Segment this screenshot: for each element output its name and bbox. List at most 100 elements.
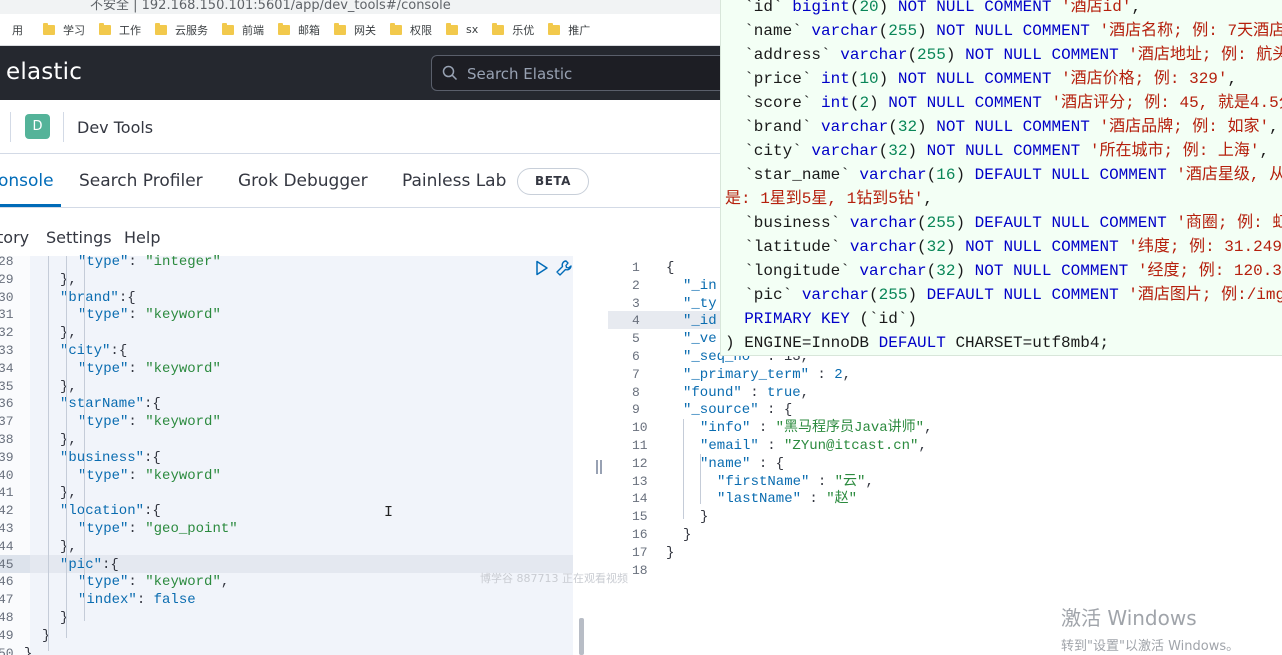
code-line: "email" : "ZYun@itcast.cn", <box>700 437 927 455</box>
sql-token: `business` <box>725 214 850 232</box>
line-number: 18 <box>632 562 648 578</box>
line-number: 2 <box>632 277 640 293</box>
line-number: 29 <box>0 271 14 287</box>
wrench-icon[interactable] <box>555 259 573 277</box>
bookmark-item[interactable]: 云服务 <box>155 22 208 38</box>
code-line: "_ty <box>683 295 717 313</box>
code-line: "type": "geo_point" <box>78 520 238 538</box>
sql-token: `score` <box>725 94 822 112</box>
code-token: "赵" <box>826 491 858 508</box>
bookmark-item[interactable]: 网关 <box>334 22 376 38</box>
code-token: "type" <box>78 467 129 484</box>
line-number: 37 <box>0 414 14 430</box>
bookmark-item[interactable]: 乐优 <box>492 22 534 38</box>
scrollbar[interactable] <box>579 618 584 655</box>
sql-token: ) <box>869 94 889 112</box>
tab-painless-lab[interactable]: Painless Lab <box>402 171 506 191</box>
code-line: "name" : { <box>700 455 784 473</box>
code-line: "found" : true, <box>683 384 809 402</box>
tab-console[interactable]: onsole <box>0 171 54 191</box>
code-token: "type" <box>78 254 129 270</box>
line-number: 48 <box>0 610 14 625</box>
sql-token: DEFAULT NULL COMMENT <box>926 286 1129 304</box>
tab-search-profiler[interactable]: Search Profiler <box>79 171 203 191</box>
code-token: "type" <box>78 307 129 324</box>
response-gutter: 1 2 3 4 5 6 7 8 9 10 11 12 13 14 15 16 17 18 <box>608 256 662 655</box>
sql-token: 255 <box>878 286 908 304</box>
request-editor[interactable]: "type": "integer"}, "brand":{"type": "key… <box>24 254 573 655</box>
code-line: "city":{ <box>60 342 127 360</box>
line-number: 30 <box>0 289 14 305</box>
code-line: "type": "keyword" <box>78 467 221 485</box>
bookmark-item[interactable]: 学习 <box>43 22 85 38</box>
code-line: } <box>666 544 674 562</box>
play-icon[interactable] <box>535 260 549 276</box>
bookmark-item[interactable]: 工作 <box>99 22 141 38</box>
history-link[interactable]: tory <box>0 228 29 247</box>
space-avatar[interactable]: D <box>25 114 50 139</box>
line-number: 41 <box>0 485 14 501</box>
settings-link[interactable]: Settings <box>46 228 112 247</box>
code-line: }, <box>60 271 77 289</box>
line-number: 7 <box>632 366 640 382</box>
sql-token: , <box>1131 0 1142 16</box>
code-line: "brand":{ <box>60 289 136 307</box>
code-token: }, <box>60 325 77 342</box>
bookmark-item[interactable]: sx <box>446 22 478 36</box>
panel-resize-handle[interactable] <box>596 460 602 476</box>
line-number: 42 <box>0 503 14 519</box>
sql-token: `longitude` <box>725 262 860 280</box>
sql-token: '酒店名称; 例: 7天酒店' <box>1099 22 1282 40</box>
code-token: } <box>666 544 675 561</box>
sql-line: `address` varchar(255) NOT NULL COMMENT … <box>725 43 1282 67</box>
code-token: } <box>700 509 709 526</box>
line-number: 6 <box>632 349 640 364</box>
sql-token: DEFAULT <box>878 334 956 352</box>
line-number: 47 <box>0 592 14 608</box>
sql-token: DEFAULT NULL COMMENT <box>974 166 1177 184</box>
sql-line: `brand` varchar(32) NOT NULL COMMENT '酒店… <box>725 115 1279 139</box>
code-line: }, <box>60 431 77 449</box>
elastic-logo[interactable]: elastic <box>6 59 82 85</box>
code-token: : <box>758 438 785 454</box>
tab-grok-debugger[interactable]: Grok Debugger <box>238 171 368 191</box>
sql-token: , <box>1227 70 1238 88</box>
code-token: :{ <box>144 396 161 413</box>
code-token: "_id <box>683 313 717 330</box>
bookmark-item[interactable]: 用 <box>12 22 23 38</box>
url-text: 不安全 | 192.168.150.101:5601/app/dev_tools… <box>90 0 451 13</box>
code-line: "type": "keyword", <box>78 573 229 591</box>
code-line: { <box>666 259 674 277</box>
code-line: }, <box>60 484 77 502</box>
bookmark-item[interactable]: 前端 <box>222 22 264 38</box>
address-bar[interactable]: 不安全 | 192.168.150.101:5601/app/dev_tools… <box>0 0 720 14</box>
code-line: "type": "keyword" <box>78 360 221 378</box>
sql-line: `score` int(2) NOT NULL COMMENT '酒店评分; 例… <box>725 91 1282 115</box>
folder-icon <box>278 22 290 35</box>
code-line: "firstName" : "云", <box>717 473 874 491</box>
folder-icon <box>548 22 561 35</box>
bookmark-item[interactable]: 权限 <box>390 22 432 38</box>
sql-token: 16 <box>936 166 956 184</box>
bookmark-item[interactable]: 邮箱 <box>278 22 320 38</box>
code-token: { <box>666 260 675 276</box>
sql-token: ) <box>917 118 937 136</box>
sql-token: NOT NULL COMMENT <box>965 46 1129 64</box>
code-token: "_ty <box>683 295 717 312</box>
search-elastic-input[interactable]: Search Elastic <box>431 55 731 91</box>
line-number: 34 <box>0 360 14 376</box>
line-number: 14 <box>632 491 648 507</box>
breadcrumb: D Dev Tools <box>0 100 720 154</box>
code-token: : <box>128 360 146 377</box>
sql-token: int <box>821 70 850 88</box>
code-token: "type" <box>78 574 129 591</box>
code-token: "geo_point" <box>145 521 238 537</box>
line-number: 13 <box>632 473 648 489</box>
sql-token: ) <box>878 70 898 88</box>
bookmark-item[interactable]: 推广 <box>548 22 590 38</box>
code-token: : <box>128 521 146 537</box>
sql-token: ( <box>907 46 918 64</box>
folder-icon <box>390 22 402 35</box>
help-link[interactable]: Help <box>124 228 160 247</box>
code-token: : <box>801 491 827 508</box>
